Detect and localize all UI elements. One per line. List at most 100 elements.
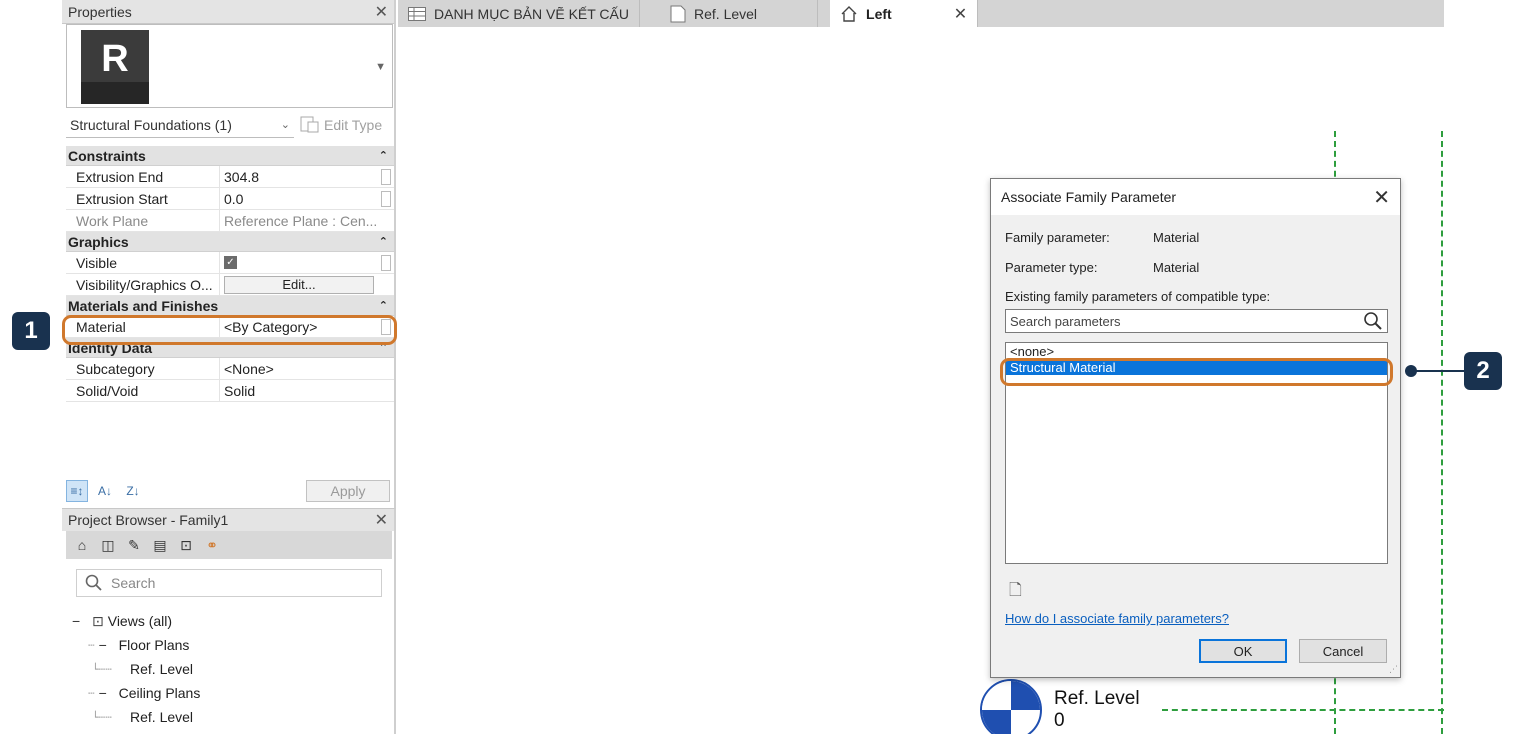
- home-icon[interactable]: ⌂: [72, 535, 92, 555]
- tree-item-ceiling-plans[interactable]: ┄ − Ceiling Plans: [72, 681, 200, 705]
- family-parameter-value: Material: [1153, 230, 1200, 245]
- level-elevation[interactable]: 0: [1054, 710, 1065, 732]
- tree-item-floor-plans[interactable]: ┄ − Floor Plans: [72, 633, 200, 657]
- visible-checkbox[interactable]: ✓: [224, 256, 237, 269]
- link-icon[interactable]: ⚭: [202, 535, 222, 555]
- browser-tree: − ⊡ Views (all) ┄ − Floor Plans └┄┄ Ref.…: [72, 609, 200, 729]
- parameter-type-label: Parameter type:: [1005, 260, 1098, 275]
- callout-number-1: 1: [12, 312, 50, 350]
- browser-search-placeholder: Search: [111, 575, 156, 591]
- parameter-type-value: Material: [1153, 260, 1200, 275]
- property-row-visible[interactable]: Visible ✓: [66, 252, 394, 274]
- sort-descending-icon[interactable]: Z↓: [122, 480, 144, 502]
- parameter-search-placeholder: Search parameters: [1010, 313, 1121, 329]
- sort-ascending-icon[interactable]: A↓: [94, 480, 116, 502]
- property-row-extrusion-start[interactable]: Extrusion Start 0.0: [66, 188, 394, 210]
- tab-schedule[interactable]: DANH MỤC BẢN VẼ KẾT CẤU: [398, 0, 640, 27]
- properties-title: Properties: [68, 3, 132, 20]
- tab-left[interactable]: Left ✕: [830, 0, 979, 27]
- tab-close-icon[interactable]: ✕: [954, 4, 967, 24]
- family-parameter-label: Family parameter:: [1005, 230, 1110, 245]
- revit-logo: R: [81, 30, 149, 104]
- collapse-toggle-icon[interactable]: −: [99, 637, 111, 653]
- views-icon: ⊡: [92, 612, 104, 629]
- edit-view-icon[interactable]: ✎: [124, 535, 144, 555]
- edit-type-icon: [300, 116, 319, 133]
- level-name[interactable]: Ref. Level: [1054, 688, 1140, 710]
- browser-close-icon[interactable]: ✕: [375, 510, 388, 530]
- search-icon: [1364, 312, 1382, 330]
- tab-ref-level[interactable]: Ref. Level: [640, 0, 819, 27]
- visibility-edit-button[interactable]: Edit...: [224, 275, 374, 294]
- existing-parameters-label: Existing family parameters of compatible…: [1005, 289, 1271, 304]
- associate-parameter-button[interactable]: [378, 188, 394, 209]
- browser-title-bar: Project Browser - Family1 ✕: [62, 509, 394, 531]
- browser-search-input[interactable]: Search: [76, 569, 382, 597]
- dialog-title-bar: Associate Family Parameter ✕: [991, 179, 1400, 215]
- schedule-icon: [408, 6, 426, 21]
- parameter-search-input[interactable]: Search parameters: [1005, 309, 1388, 333]
- categorize-icon[interactable]: ≡↕: [66, 480, 88, 502]
- extrusion-end-value[interactable]: 304.8: [220, 166, 378, 187]
- edit-type-button[interactable]: Edit Type: [300, 112, 382, 138]
- property-row-work-plane: Work Plane Reference Plane : Cen...: [66, 210, 394, 232]
- cancel-button[interactable]: Cancel: [1299, 639, 1387, 663]
- elevation-icon: [841, 5, 857, 22]
- view-3d-icon[interactable]: ◫: [98, 535, 118, 555]
- new-parameter-icon[interactable]: 🗋: [1009, 579, 1022, 606]
- property-row-subcategory[interactable]: Subcategory <None>: [66, 358, 394, 380]
- collapse-icon: ⌃: [378, 236, 388, 248]
- property-row-solid-void[interactable]: Solid/Void Solid: [66, 380, 394, 402]
- tree-item-ceiling-ref-level[interactable]: └┄┄ Ref. Level: [72, 705, 200, 729]
- subcategory-value[interactable]: <None>: [220, 358, 378, 379]
- list-item-none[interactable]: <none>: [1006, 343, 1387, 359]
- collapse-icon: ⌃: [378, 150, 388, 162]
- associate-parameter-button[interactable]: [378, 166, 394, 187]
- type-dropdown-icon[interactable]: ▼: [375, 61, 386, 73]
- type-selector[interactable]: Structural Foundations (1) ⌄: [66, 112, 294, 138]
- properties-close-icon[interactable]: ✕: [375, 2, 388, 22]
- highlight-material-row: [62, 315, 397, 345]
- tree-item-floor-ref-level[interactable]: └┄┄ Ref. Level: [72, 657, 200, 681]
- associate-family-parameter-dialog: Associate Family Parameter ✕ Family para…: [990, 178, 1401, 678]
- dialog-title: Associate Family Parameter: [1001, 189, 1177, 205]
- view-tabs: DANH MỤC BẢN VẼ KẾT CẤU Ref. Level Left …: [398, 0, 1444, 27]
- apply-button[interactable]: Apply: [306, 480, 390, 502]
- category-materials-and-finishes[interactable]: Materials and Finishes ⌃: [66, 296, 394, 316]
- solid-void-value[interactable]: Solid: [220, 380, 378, 401]
- collapse-toggle-icon[interactable]: −: [72, 613, 84, 629]
- sheet-icon[interactable]: ▤: [150, 535, 170, 555]
- level-head-symbol[interactable]: [980, 679, 1042, 734]
- callout-number-2: 2: [1464, 352, 1502, 390]
- search-icon: [85, 574, 102, 591]
- tree-item-views-all[interactable]: − ⊡ Views (all): [72, 609, 200, 633]
- collapse-toggle-icon[interactable]: −: [99, 685, 111, 701]
- property-row-extrusion-end[interactable]: Extrusion End 304.8: [66, 166, 394, 188]
- edit-type-label: Edit Type: [324, 117, 383, 133]
- category-graphics[interactable]: Graphics ⌃: [66, 232, 394, 252]
- category-constraints[interactable]: Constraints ⌃: [66, 146, 394, 166]
- callout-pointer-line: [1413, 370, 1465, 372]
- properties-title-bar: Properties ✕: [62, 0, 394, 24]
- reference-plane-vertical[interactable]: [1441, 131, 1443, 734]
- browser-title: Project Browser - Family1: [68, 512, 229, 528]
- floor-plan-icon: [670, 5, 686, 22]
- browser-toolbar: ⌂ ◫ ✎ ▤ ⊡ ⚭: [66, 531, 392, 559]
- property-row-visibility-graphics[interactable]: Visibility/Graphics O... Edit...: [66, 274, 394, 296]
- project-browser: Project Browser - Family1 ✕ ⌂ ◫ ✎ ▤ ⊡ ⚭ …: [62, 508, 396, 734]
- chevron-down-icon: ⌄: [280, 119, 290, 131]
- properties-panel: Properties ✕ R ▼ Structural Foundations …: [62, 0, 396, 508]
- dialog-close-icon[interactable]: ✕: [1373, 185, 1390, 210]
- type-preview[interactable]: R ▼: [66, 24, 393, 108]
- help-link[interactable]: How do I associate family parameters?: [1005, 611, 1229, 626]
- resize-grip-icon[interactable]: ⋰: [1389, 664, 1398, 675]
- extrusion-start-value[interactable]: 0.0: [220, 188, 378, 209]
- collapse-icon: ⌃: [378, 300, 388, 312]
- associate-parameter-button[interactable]: [378, 252, 394, 273]
- ok-button[interactable]: OK: [1199, 639, 1287, 663]
- family-icon[interactable]: ⊡: [176, 535, 196, 555]
- highlight-structural-material: [1000, 358, 1393, 386]
- properties-toolbar: ≡↕ A↓ Z↓ Apply: [66, 478, 394, 504]
- properties-grid: Constraints ⌃ Extrusion End 304.8 Extrus…: [66, 146, 394, 402]
- reference-plane-horizontal[interactable]: [1162, 709, 1444, 711]
